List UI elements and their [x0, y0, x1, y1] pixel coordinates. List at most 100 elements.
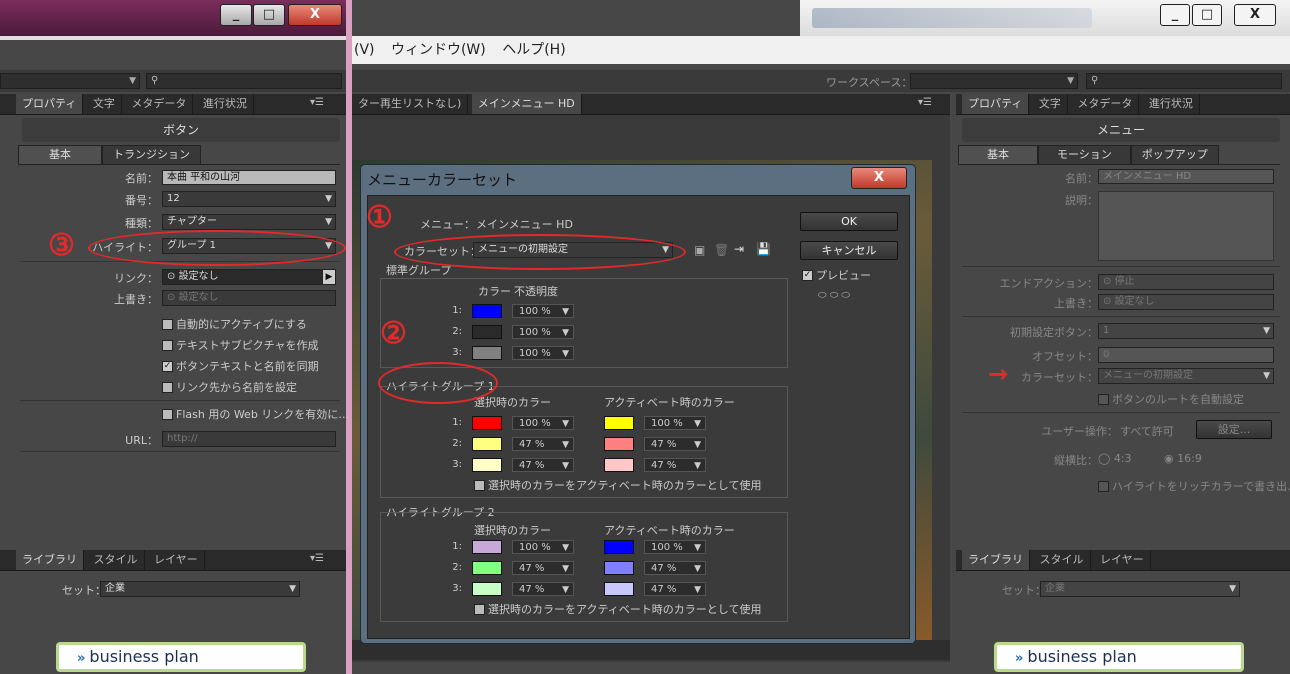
selected-opacity-dropdown[interactable]: 47 % ▼ — [512, 458, 574, 472]
desc-field[interactable] — [1098, 191, 1274, 261]
tab-properties[interactable]: プロパティ — [16, 94, 84, 114]
right-close-button[interactable]: X — [1234, 4, 1276, 26]
text-subpicture-checkbox[interactable] — [162, 340, 173, 351]
activated-color-swatch[interactable] — [604, 416, 634, 430]
color-swatch[interactable] — [472, 325, 502, 339]
sync-name-checkbox[interactable]: ✓ — [162, 361, 173, 372]
activated-color-swatch[interactable] — [604, 561, 634, 575]
tab-layer[interactable]: レイヤー — [148, 550, 205, 570]
color-swatch[interactable] — [472, 304, 502, 318]
right-minimize-button[interactable]: _ — [1160, 4, 1190, 26]
new-colorset-icon[interactable]: ▣ — [694, 243, 705, 257]
panel-menu-icon[interactable]: ▾☰ — [918, 97, 932, 108]
menu-help[interactable]: ヘルプ(H) — [502, 42, 565, 58]
delete-icon[interactable]: 🗑 — [714, 243, 729, 257]
name-field[interactable]: 本曲 平和の山河 — [162, 170, 336, 185]
activated-opacity-dropdown[interactable]: 47 % ▼ — [644, 582, 706, 596]
tab-layer[interactable]: レイヤー — [1094, 550, 1151, 570]
left-minimize-button[interactable]: _ — [220, 4, 252, 26]
save-icon[interactable]: 💾 — [756, 242, 771, 256]
subtab-motion[interactable]: モーション — [1038, 145, 1131, 164]
menu-view[interactable]: (V) — [354, 42, 375, 58]
tab-main-menu-hd[interactable]: メインメニュー HD — [471, 94, 582, 114]
left-toolbar-dropdown[interactable]: ▼ — [0, 73, 140, 89]
selected-color-swatch[interactable] — [472, 458, 502, 472]
activated-opacity-dropdown[interactable]: 47 % ▼ — [644, 561, 706, 575]
selected-color-swatch[interactable] — [472, 561, 502, 575]
opacity-dropdown[interactable]: 100 % ▼ — [512, 346, 574, 360]
left-search-input[interactable]: ⚲ — [146, 73, 342, 89]
link-field[interactable]: ⊙ 設定なし — [162, 269, 332, 285]
tab-style[interactable]: スタイル — [88, 550, 145, 570]
opacity-dropdown[interactable]: 100 % ▼ — [512, 325, 574, 339]
number-dropdown[interactable]: 12 ▼ — [162, 191, 336, 207]
tab-text[interactable]: 文字 — [87, 94, 122, 114]
override-field[interactable]: ⊙ 設定なし — [162, 290, 336, 306]
activated-opacity-dropdown[interactable]: 47 % ▼ — [644, 458, 706, 472]
tab-text[interactable]: 文字 — [1033, 94, 1068, 114]
selected-opacity-dropdown[interactable]: 47 % ▼ — [512, 582, 574, 596]
override-field[interactable]: ⊙ 設定なし — [1098, 294, 1274, 310]
subtab-basic[interactable]: 基本 — [18, 145, 102, 164]
offset-field[interactable]: 0 — [1098, 347, 1274, 363]
tab-style[interactable]: スタイル — [1034, 550, 1091, 570]
selected-color-swatch[interactable] — [472, 437, 502, 451]
preview-checkbox[interactable]: ✓ — [802, 270, 813, 281]
tab-library[interactable]: ライブラリ — [962, 550, 1030, 570]
left-close-button[interactable]: X — [288, 4, 342, 26]
autoroute-checkbox[interactable] — [1098, 394, 1109, 405]
auto-activate-checkbox[interactable] — [162, 319, 173, 330]
hg1-use-selected-checkbox[interactable] — [474, 480, 485, 491]
link-arrow-button[interactable]: ▶ — [322, 269, 336, 285]
activated-opacity-dropdown[interactable]: 47 % ▼ — [644, 437, 706, 451]
flash-weblink-checkbox[interactable] — [162, 409, 173, 420]
cancel-button[interactable]: キャンセル — [800, 241, 898, 260]
selected-opacity-dropdown[interactable]: 47 % ▼ — [512, 437, 574, 451]
activated-color-swatch[interactable] — [604, 458, 634, 472]
selected-opacity-dropdown[interactable]: 47 % ▼ — [512, 561, 574, 575]
tab-properties[interactable]: プロパティ — [962, 94, 1030, 114]
tab-library[interactable]: ライブラリ — [16, 550, 84, 570]
aspect-4-3-radio[interactable]: ◯ 4:3 — [1098, 452, 1132, 465]
activated-color-swatch[interactable] — [604, 437, 634, 451]
selected-opacity-dropdown[interactable]: 100 % ▼ — [512, 540, 574, 554]
tab-progress[interactable]: 進行状況 — [197, 94, 254, 114]
panel-menu-icon[interactable]: ▾☰ — [310, 97, 324, 108]
url-field[interactable]: http:// — [162, 431, 336, 447]
tab-metadata[interactable]: メタデータ — [1071, 94, 1140, 114]
type-dropdown[interactable]: チャプター ▼ — [162, 214, 336, 230]
menu-name-field[interactable]: メインメニュー HD — [1098, 169, 1274, 184]
activated-color-swatch[interactable] — [604, 582, 634, 596]
right-maximize-button[interactable]: □ — [1192, 4, 1222, 26]
import-icon[interactable]: ⇥ — [734, 242, 744, 256]
left-maximize-button[interactable]: □ — [253, 4, 285, 26]
selected-opacity-dropdown[interactable]: 100 % ▼ — [512, 416, 574, 430]
colorset-dropdown[interactable]: メニューの初期設定 ▼ — [1098, 368, 1274, 384]
tab-metadata[interactable]: メタデータ — [125, 94, 194, 114]
activated-color-swatch[interactable] — [604, 540, 634, 554]
dialog-close-button[interactable]: X — [851, 167, 907, 189]
set-dropdown[interactable]: 企業 ▼ — [100, 581, 300, 597]
endaction-field[interactable]: ⊙ 停止 — [1098, 274, 1274, 290]
richcolor-checkbox[interactable] — [1098, 481, 1109, 492]
activated-opacity-dropdown[interactable]: 100 % ▼ — [644, 540, 706, 554]
subtab-basic[interactable]: 基本 — [958, 145, 1038, 164]
tab-progress[interactable]: 進行状況 — [1143, 94, 1200, 114]
color-swatch[interactable] — [472, 346, 502, 360]
activated-opacity-dropdown[interactable]: 100 % ▼ — [644, 416, 706, 430]
selected-color-swatch[interactable] — [472, 416, 502, 430]
aspect-16-9-radio[interactable]: ◉ 16:9 — [1164, 452, 1202, 465]
panel-menu-icon[interactable]: ▾☰ — [310, 553, 324, 564]
workspace-dropdown[interactable]: ▼ — [910, 73, 1078, 89]
search-input[interactable]: ⚲ — [1086, 73, 1282, 89]
name-from-link-checkbox[interactable] — [162, 382, 173, 393]
menu-window[interactable]: ウィンドウ(W) — [391, 42, 486, 58]
userop-settings-button[interactable]: 設定... — [1196, 420, 1272, 439]
hg2-use-selected-checkbox[interactable] — [474, 604, 485, 615]
opacity-dropdown[interactable]: 100 % ▼ — [512, 304, 574, 318]
subtab-popup[interactable]: ポップアップ — [1130, 145, 1219, 164]
initbtn-dropdown[interactable]: 1 ▼ — [1098, 323, 1274, 339]
subtab-transition[interactable]: トランジション — [102, 145, 201, 164]
set-dropdown[interactable]: 企業 ▼ — [1040, 581, 1240, 597]
selected-color-swatch[interactable] — [472, 540, 502, 554]
